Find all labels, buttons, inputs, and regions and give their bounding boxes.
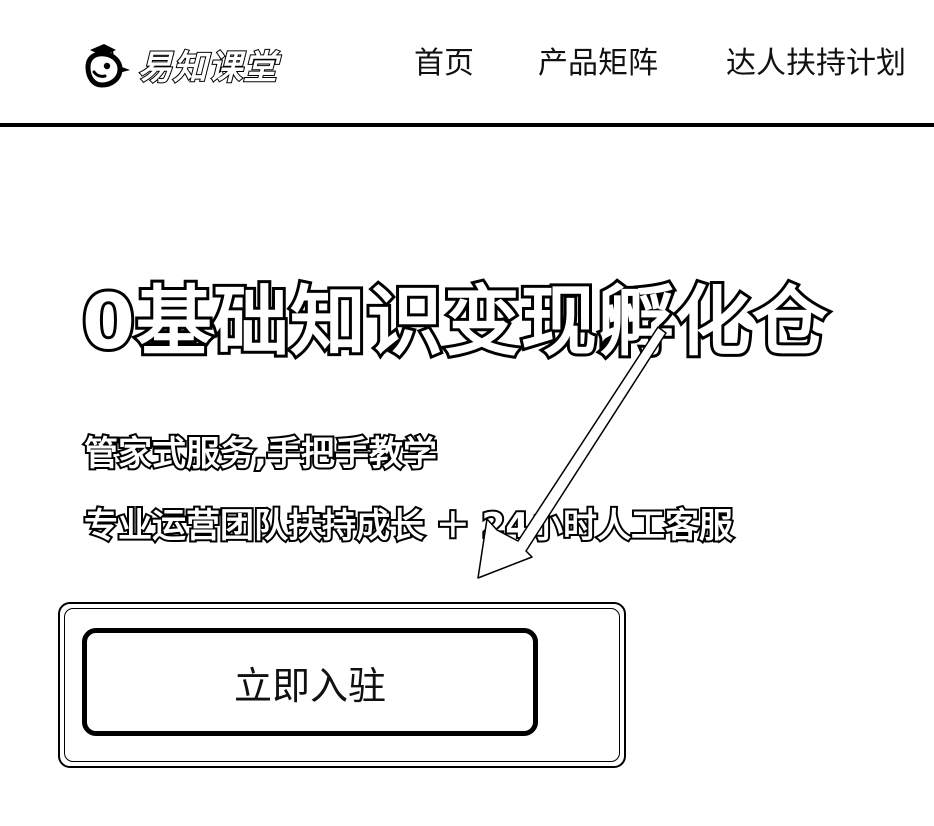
nav-creator-support-plan[interactable]: 达人扶持计划 <box>726 44 906 84</box>
logo[interactable]: 易知课堂 <box>82 40 278 89</box>
hero-subtitle-team: 专业运营团队扶持成长 ＋ 24小时人工客服 <box>82 504 735 548</box>
header-divider <box>0 123 934 127</box>
hero-title: 0基础知识变现孵化仓 <box>79 274 831 369</box>
nav-home[interactable]: 首页 <box>414 44 474 84</box>
logo-text: 易知课堂 <box>137 47 278 89</box>
nav-product-matrix[interactable]: 产品矩阵 <box>538 44 658 84</box>
logo-bird-icon <box>85 43 130 88</box>
join-now-button[interactable]: 立即入驻 <box>82 628 538 736</box>
hero-subtitle-service: 管家式服务,手把手教学 <box>82 432 439 476</box>
site-header: 易知课堂 首页 产品矩阵 达人扶持计划 <box>0 0 934 127</box>
